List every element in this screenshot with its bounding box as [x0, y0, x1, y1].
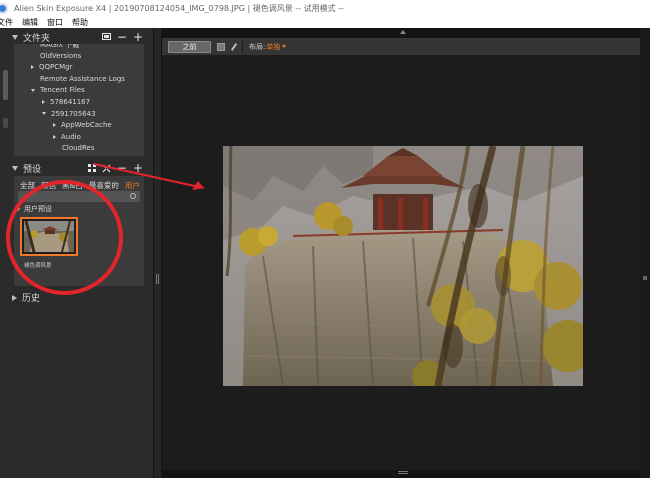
folder-tree-item[interactable]: AppWebCache	[53, 121, 112, 129]
folder-tree-item[interactable]: Tencent Files	[31, 86, 85, 94]
plus-icon[interactable]: +	[133, 31, 143, 43]
folder-tree-item[interactable]: Audio	[53, 133, 81, 141]
folder-tree-item[interactable]: OldVersions	[40, 52, 81, 60]
folder-tree-item[interactable]: Remote Assistance Logs	[40, 75, 125, 83]
minus-icon[interactable]: −	[117, 31, 127, 43]
folder-label: Tencent Files	[40, 86, 85, 95]
folder-tree-item[interactable]: QQPCMgr	[31, 63, 73, 71]
folder-label: Audio	[61, 132, 81, 141]
folder-label: AppWebCache	[61, 121, 112, 130]
folder-tree-item[interactable]: 2591705643	[42, 110, 96, 118]
folder-tree: MAGIX 下载 OldVersions QQPCMgr Remote Assista…	[14, 44, 144, 156]
collapse-icon[interactable]	[12, 35, 18, 40]
menu-window[interactable]: 窗口	[47, 17, 63, 28]
folder-tree-item[interactable]: CloudRes	[62, 144, 95, 152]
before-button[interactable]: 之前	[168, 40, 211, 53]
menu-bar: 文件 编辑 窗口 帮助	[0, 16, 650, 28]
splitter-grip[interactable]	[156, 274, 159, 284]
chevron-down-icon[interactable]	[282, 45, 287, 48]
folder-label: QQPCMgr	[39, 63, 73, 72]
image-canvas[interactable]	[93, 55, 640, 470]
bottom-panel-grip[interactable]	[398, 471, 408, 474]
folder-label: 2591705643	[51, 109, 96, 118]
main-area: 之前 布局: 单独	[93, 28, 650, 478]
folder-tree-item[interactable]: MAGIX 下载	[40, 44, 79, 50]
toolbar-divider	[242, 40, 243, 53]
collapse-top-arrow-icon[interactable]	[400, 30, 406, 34]
menu-help[interactable]: 帮助	[72, 17, 88, 28]
collapse-icon[interactable]	[12, 166, 18, 171]
expand-icon[interactable]	[12, 294, 17, 301]
app-icon	[0, 2, 8, 14]
chevron-down-icon[interactable]	[42, 112, 46, 116]
view-toolbar: 之前 布局: 单独	[162, 38, 640, 55]
folders-title: 文件夹	[23, 34, 51, 44]
preview-photo[interactable]	[223, 146, 583, 386]
layout-dropdown[interactable]: 单独	[266, 42, 280, 52]
folder-label: Remote Assistance Logs	[40, 74, 125, 83]
history-title: 历史	[22, 294, 41, 304]
folder-scrollbar-track[interactable]	[3, 118, 8, 128]
folders-header[interactable]: 文件夹 − +	[0, 30, 153, 45]
eyedropper-icon[interactable]	[230, 43, 238, 51]
chevron-right-icon[interactable]	[53, 134, 56, 139]
right-panel-strip[interactable]	[640, 28, 650, 478]
presets-title: 预设	[23, 165, 42, 175]
chevron-right-icon[interactable]	[53, 123, 56, 128]
compare-square-icon[interactable]	[217, 42, 225, 51]
image-icon[interactable]	[101, 33, 111, 41]
menu-file[interactable]: 文件	[0, 17, 13, 28]
layout-label: 布局:	[249, 42, 266, 51]
folder-label: CloudRes	[62, 144, 95, 153]
chevron-right-icon[interactable]	[42, 100, 45, 104]
panel-splitter[interactable]	[153, 28, 162, 478]
title-bar: Alien Skin Exposure X4 | 20190708124054_…	[0, 0, 650, 16]
folder-scrollbar[interactable]	[3, 70, 8, 100]
landscape-photo	[223, 146, 583, 386]
chevron-right-icon[interactable]	[31, 65, 34, 70]
chevron-down-icon[interactable]	[31, 88, 35, 92]
menu-edit[interactable]: 编辑	[22, 17, 38, 28]
folder-label: OldVersions	[40, 51, 82, 60]
folder-tree-item[interactable]: 578641167	[42, 98, 90, 106]
folder-label: MAGIX 下载	[40, 44, 80, 49]
window-title: Alien Skin Exposure X4 | 20190708124054_…	[14, 3, 344, 13]
annotation-arrow	[93, 163, 205, 190]
folder-label: 578641167	[50, 98, 91, 106]
